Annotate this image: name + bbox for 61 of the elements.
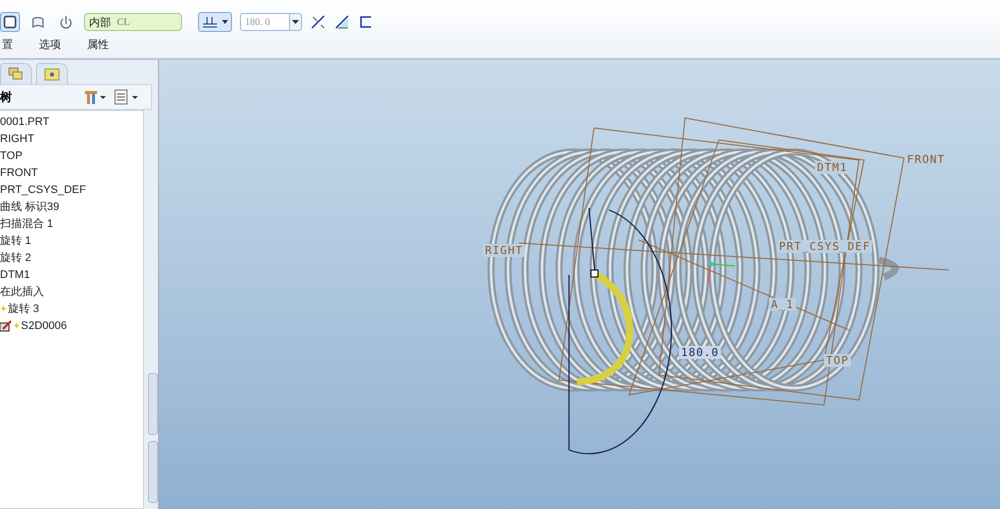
tree-item-label: 0001.PRT xyxy=(0,116,50,128)
drag-handle[interactable] xyxy=(590,270,598,278)
datum-label: PRT_CSYS_DEF xyxy=(777,240,872,253)
side-button[interactable] xyxy=(198,12,232,32)
tab[interactable]: 属性 xyxy=(85,36,111,54)
tree-item-label: 曲线 标识39 xyxy=(0,200,60,214)
tree-item[interactable]: 曲线 标识39 xyxy=(0,198,143,215)
caret-icon xyxy=(292,20,299,24)
surface-icon xyxy=(31,15,45,29)
dimension-value: 180.0 xyxy=(679,346,722,359)
thicken-icon[interactable] xyxy=(334,14,350,30)
tree-item-label: 旋转 1 xyxy=(0,234,32,248)
remove-material-icon[interactable] xyxy=(310,14,326,30)
star-icon xyxy=(13,322,20,329)
datum-label: A_1 xyxy=(769,298,796,311)
tree-item[interactable]: DTM1 xyxy=(0,266,143,283)
sketch-pencil-icon xyxy=(0,320,12,332)
tree-item-label: FRONT xyxy=(0,166,38,178)
tree-item[interactable]: 旋转 2 xyxy=(0,249,143,266)
tree-item[interactable]: RIGHT xyxy=(0,130,143,147)
solid-icon xyxy=(3,15,17,29)
tree-item[interactable]: TOP xyxy=(0,147,143,164)
tree-item-label: 旋转 3 xyxy=(8,302,40,316)
tree-item-label: RIGHT xyxy=(0,132,34,144)
tree-item-label: S2D0006 xyxy=(21,320,67,332)
datum-label: DTM1 xyxy=(815,161,850,174)
tools-icon[interactable] xyxy=(83,89,107,105)
datum-label: TOP xyxy=(824,354,851,367)
tree-item[interactable]: 0001.PRT xyxy=(0,113,143,130)
splitter-handle[interactable] xyxy=(148,373,158,435)
tree-item-label: 在此插入 xyxy=(0,285,44,299)
reference-value: CL xyxy=(117,16,130,28)
tree-item[interactable]: FRONT xyxy=(0,164,143,181)
tree-item-label: 旋转 2 xyxy=(0,251,32,265)
model-tree-tab[interactable] xyxy=(0,63,32,84)
list-icon[interactable] xyxy=(113,89,139,105)
layers-icon xyxy=(8,67,24,81)
tree-item[interactable]: 旋转 1 xyxy=(0,232,143,249)
tree-item-label: TOP xyxy=(0,150,22,162)
tree-item[interactable]: S2D0006 xyxy=(0,317,143,334)
toolbar-button[interactable] xyxy=(0,12,20,32)
tree-item[interactable]: 扫描混合 1 xyxy=(0,215,143,232)
panel-title: 树 xyxy=(0,88,12,106)
coordinate-axes-drawing xyxy=(708,262,736,282)
side-icon xyxy=(201,15,229,29)
datum-label: RIGHT xyxy=(483,244,526,257)
reference-label: 内部 xyxy=(89,14,111,30)
reference-field[interactable]: 内部 CL xyxy=(84,13,182,31)
dropdown-button[interactable] xyxy=(290,13,302,31)
tree-item-label: DTM1 xyxy=(0,268,30,280)
star-icon xyxy=(0,305,7,312)
tree-item[interactable]: 旋转 3 xyxy=(0,300,143,317)
splitter-handle[interactable] xyxy=(148,441,158,503)
tree-item-label: PRT_CSYS_DEF xyxy=(0,184,86,196)
tab[interactable]: 选项 xyxy=(37,36,63,54)
tree-item[interactable]: PRT_CSYS_DEF xyxy=(0,181,143,198)
bracket-icon[interactable] xyxy=(358,14,374,30)
tree-item-label: 扫描混合 1 xyxy=(0,217,54,231)
tab[interactable]: 置 xyxy=(0,36,15,54)
folder-icon xyxy=(44,68,60,80)
tree-item[interactable]: 在此插入 xyxy=(0,283,143,300)
